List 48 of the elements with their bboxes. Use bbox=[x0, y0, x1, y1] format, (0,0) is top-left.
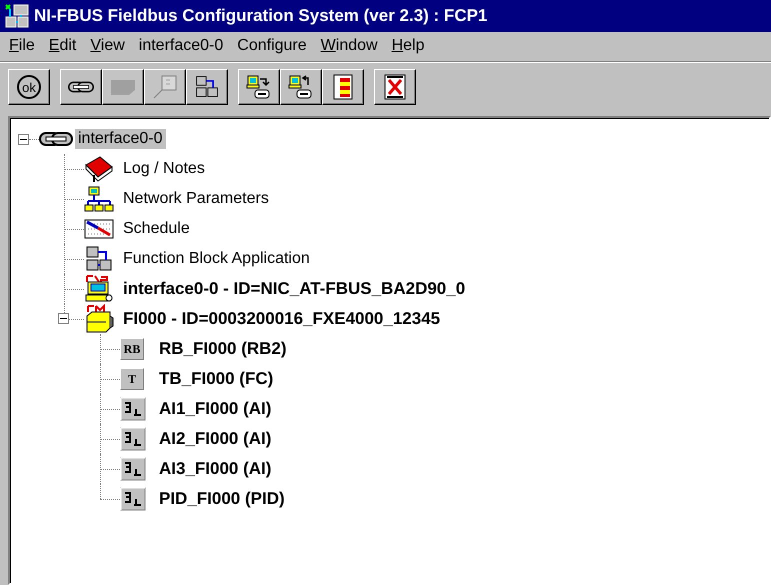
tree-item[interactable]: Log / Notes bbox=[120, 159, 208, 179]
computer-icon bbox=[84, 274, 114, 304]
block-tag: RB bbox=[120, 338, 144, 360]
tree-item[interactable]: Function Block Application bbox=[120, 249, 313, 269]
minus-icon bbox=[60, 315, 67, 322]
cross-icon bbox=[383, 74, 407, 100]
menu-item[interactable]: View bbox=[83, 36, 132, 54]
tree-item[interactable]: AI2_FI000 (AI) bbox=[156, 428, 274, 450]
tree-item[interactable]: interface0-0 bbox=[75, 129, 166, 149]
chain-link-icon bbox=[39, 131, 73, 147]
network-icon bbox=[84, 185, 114, 213]
tree-item[interactable]: AI1_FI000 (AI) bbox=[156, 398, 274, 420]
toolbar-button[interactable] bbox=[238, 69, 280, 105]
menu-item[interactable]: Configure bbox=[230, 36, 314, 54]
network-app-icon bbox=[4, 3, 30, 29]
blocks-icon bbox=[84, 245, 114, 273]
striped-list-icon bbox=[332, 74, 354, 100]
tree-item[interactable]: Schedule bbox=[120, 219, 193, 239]
collapse-toggle[interactable] bbox=[58, 313, 69, 324]
window-title: NI-FBUS Fieldbus Configuration System (ver 2.3) : FCP1 bbox=[34, 6, 488, 26]
book-icon bbox=[84, 155, 114, 183]
blank-shape-icon bbox=[110, 78, 136, 96]
toolbar-button[interactable] bbox=[280, 69, 322, 105]
tree-item[interactable]: FI000 - ID=0003200016_FXE4000_12345 bbox=[120, 308, 444, 330]
blocks-icon bbox=[194, 74, 220, 100]
menu-item[interactable]: Help bbox=[384, 36, 432, 54]
block-tag: T bbox=[120, 368, 144, 390]
toolbar-button[interactable]: ok bbox=[8, 69, 50, 105]
menu-item[interactable]: Window bbox=[314, 36, 385, 54]
tree-item[interactable]: interface0-0 - ID=NIC_AT-FBUS_BA2D90_0 bbox=[120, 278, 468, 300]
download-icon bbox=[246, 74, 272, 100]
tree-item[interactable]: TB_FI000 (FC) bbox=[156, 368, 276, 390]
chain-link-icon bbox=[68, 80, 94, 94]
popup-window-icon bbox=[152, 74, 178, 100]
menu-item[interactable]: Edit bbox=[42, 36, 84, 54]
menu-item[interactable]: File bbox=[2, 36, 42, 54]
device-icon bbox=[84, 304, 114, 334]
tree-item[interactable]: PID_FI000 (PID) bbox=[156, 488, 288, 510]
tree-item[interactable]: AI3_FI000 (AI) bbox=[156, 458, 274, 480]
toolbar-button[interactable] bbox=[322, 69, 364, 105]
menu-item[interactable]: interface0-0 bbox=[132, 36, 230, 54]
toolbar-button[interactable] bbox=[186, 69, 228, 105]
tree-item[interactable]: RB_FI000 (RB2) bbox=[156, 338, 290, 360]
tree-item[interactable]: Network Parameters bbox=[120, 189, 272, 209]
toolbar-button[interactable] bbox=[374, 69, 416, 105]
upload-icon bbox=[288, 74, 314, 100]
collapse-toggle[interactable] bbox=[18, 134, 29, 144]
toolbar-button[interactable] bbox=[60, 69, 102, 105]
